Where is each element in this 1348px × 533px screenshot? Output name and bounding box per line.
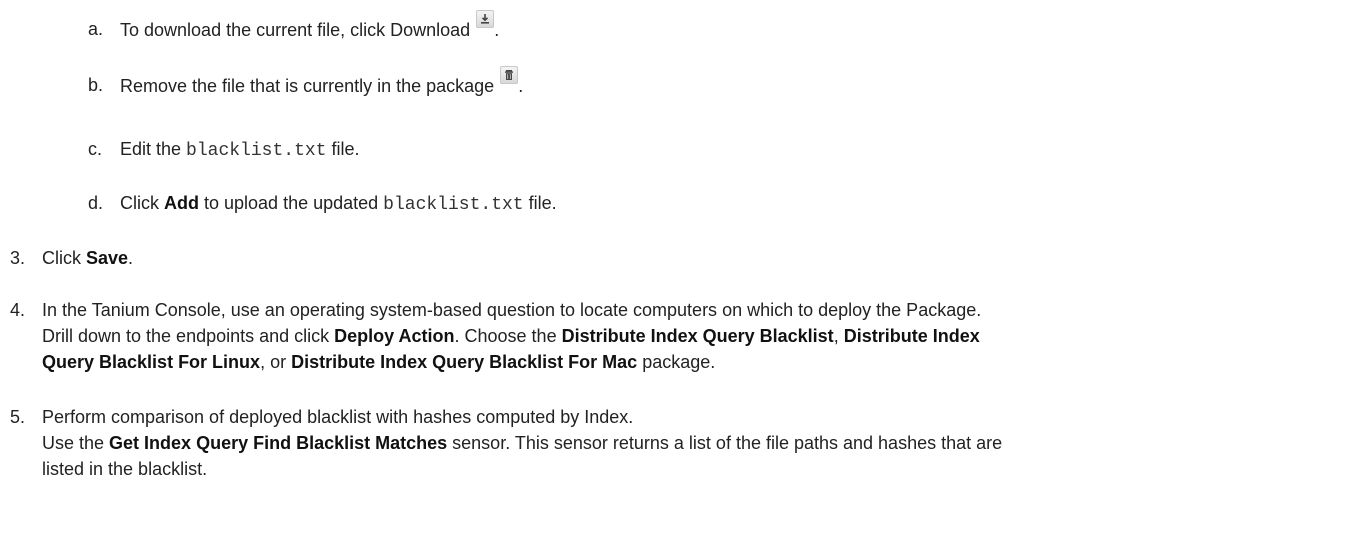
package-name-mac: Distribute Index Query Blacklist For Mac: [291, 352, 638, 372]
step-5-line-3: listed in the blacklist.: [42, 459, 208, 479]
substep-d: d. Click Add to upload the updated black…: [88, 190, 557, 218]
step-4: 4. In the Tanium Console, use an operati…: [10, 297, 981, 375]
ui-label-save: Save: [86, 248, 129, 268]
download-icon[interactable]: [476, 10, 495, 28]
substep-marker: a.: [88, 19, 104, 39]
substep-text: To download the current file, click Down…: [120, 20, 471, 40]
substep-text: Remove the file that is currently in the…: [120, 76, 495, 96]
step-marker: 3.: [10, 248, 26, 268]
trash-icon[interactable]: [500, 66, 519, 84]
package-name-windows: Distribute Index Query Blacklist: [561, 326, 834, 346]
sensor-name: Get Index Query Find Blacklist Matches: [109, 433, 448, 453]
code-filename: blacklist.txt: [383, 195, 524, 215]
ui-label-add: Add: [164, 193, 199, 213]
step-marker: 5.: [10, 407, 26, 427]
package-name-linux-part1: Distribute Index: [843, 326, 980, 346]
step-5-line-2: Use the Get Index Query Find Blacklist M…: [42, 433, 1003, 453]
substep-text-end: .: [494, 20, 500, 40]
substep-a: a. To download the current file, click D…: [88, 10, 499, 43]
substep-marker: b.: [88, 75, 104, 95]
substep-c: c. Edit the blacklist.txt file.: [88, 136, 360, 164]
step-4-line-2: Drill down to the endpoints and click De…: [42, 326, 980, 346]
substep-text-end: .: [518, 76, 524, 96]
step-4-line-1: In the Tanium Console, use an operating …: [42, 300, 982, 320]
document-body: a. To download the current file, click D…: [0, 0, 1348, 533]
substep-marker: c.: [88, 139, 103, 159]
step-marker: 4.: [10, 300, 26, 320]
ui-label-deploy-action: Deploy Action: [334, 326, 455, 346]
step-3: 3. Click Save.: [10, 245, 133, 271]
step-5-line-1: Perform comparison of deployed blacklist…: [42, 407, 634, 427]
package-name-linux-part2: Query Blacklist For Linux: [42, 352, 261, 372]
substep-b: b. Remove the file that is currently in …: [88, 66, 523, 99]
step-4-line-3: Query Blacklist For Linux, or Distribute…: [42, 352, 716, 372]
code-filename: blacklist.txt: [186, 141, 327, 161]
step-5: 5. Perform comparison of deployed blackl…: [10, 404, 1002, 482]
substep-marker: d.: [88, 193, 104, 213]
